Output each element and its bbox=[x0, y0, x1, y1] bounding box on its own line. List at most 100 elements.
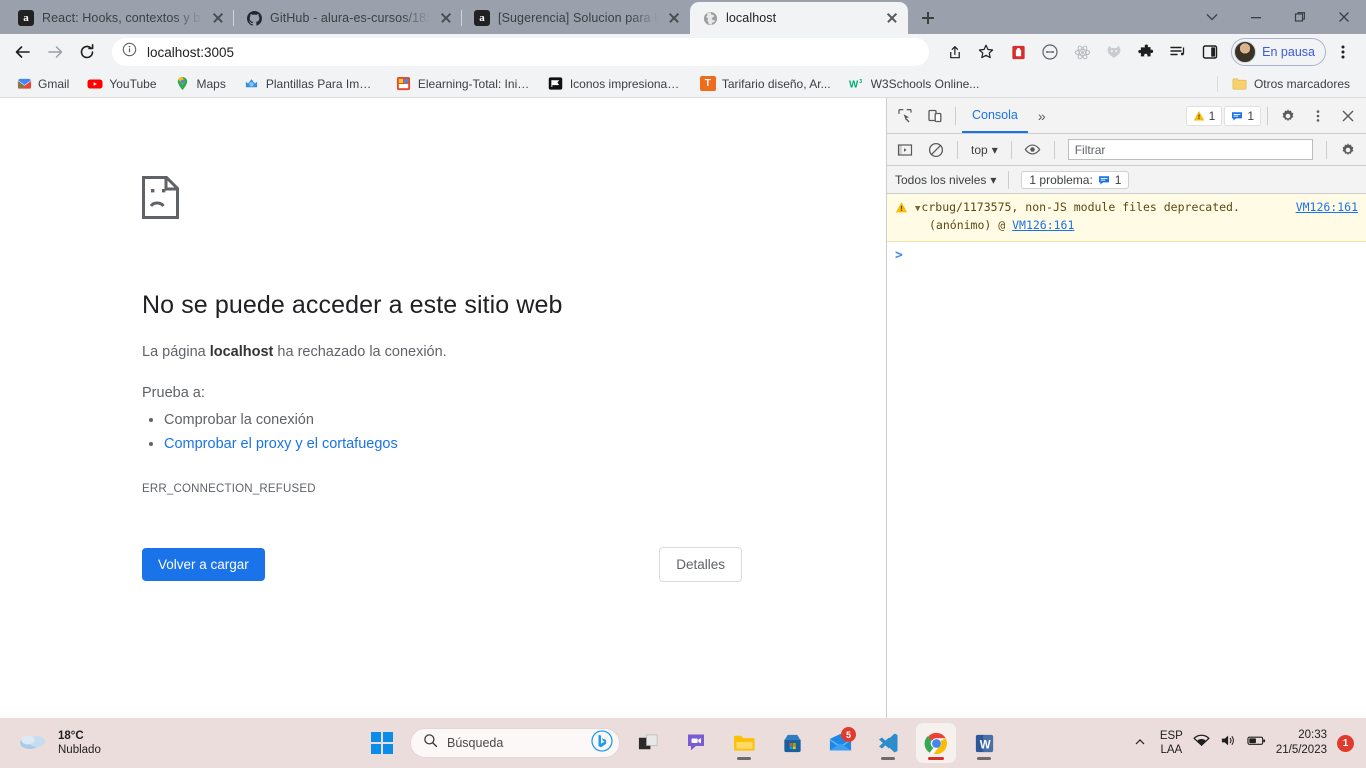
clock-circle-icon[interactable] bbox=[1035, 37, 1065, 67]
taskbar-app-mail[interactable]: 5 bbox=[820, 723, 860, 763]
puzzle-icon[interactable] bbox=[1131, 37, 1161, 67]
taskbar-app-chat-teams[interactable] bbox=[676, 723, 716, 763]
windows-start-icon bbox=[371, 732, 393, 754]
browser-tab[interactable]: a React: Hooks, contextos y buenas bbox=[6, 2, 234, 34]
details-button[interactable]: Detalles bbox=[659, 546, 742, 582]
close-window-button[interactable] bbox=[1322, 2, 1366, 32]
svg-text:W: W bbox=[849, 79, 859, 90]
device-toolbar-icon[interactable] bbox=[921, 102, 949, 130]
sad-page-icon bbox=[142, 176, 179, 219]
console-output: ▼crbug/1173575, non-JS module files depr… bbox=[887, 194, 1366, 718]
tab-search-chevron-icon[interactable] bbox=[1190, 2, 1234, 32]
gear-icon[interactable] bbox=[1334, 136, 1362, 164]
expand-arrow-icon[interactable]: ▼ bbox=[915, 204, 920, 214]
chevron-down-icon: ▾ bbox=[990, 172, 997, 187]
three-dot-menu-icon[interactable] bbox=[1304, 102, 1332, 130]
bookmark-item[interactable]: Gmail bbox=[8, 73, 77, 95]
tab-consola[interactable]: Consola bbox=[962, 98, 1028, 133]
inspect-cursor-icon[interactable] bbox=[891, 102, 919, 130]
taskbar-app-file-explorer[interactable] bbox=[724, 723, 764, 763]
search-placeholder: Búsqueda bbox=[447, 736, 504, 750]
close-icon[interactable] bbox=[1334, 102, 1362, 130]
console-message-text: ▼crbug/1173575, non-JS module files depr… bbox=[915, 199, 1288, 217]
new-tab-button[interactable] bbox=[914, 4, 942, 32]
close-tab-icon[interactable] bbox=[666, 10, 682, 26]
error-actions: Volver a cargar Detalles bbox=[142, 546, 742, 582]
taskbar-app-google-chrome[interactable] bbox=[916, 723, 956, 763]
divider bbox=[957, 140, 958, 159]
live-expression-eye-icon[interactable] bbox=[1019, 136, 1047, 164]
console-message-source-link[interactable]: VM126:161 bbox=[1296, 199, 1358, 217]
profile-chip[interactable]: En pausa bbox=[1231, 38, 1326, 66]
tab-title: [Sugerencia] Solucion para lanzar bbox=[498, 11, 658, 25]
stack-source-link[interactable]: VM126:161 bbox=[1012, 218, 1074, 232]
bing-chat-icon[interactable] bbox=[591, 729, 613, 757]
bookmark-item[interactable]: Maps bbox=[167, 73, 234, 95]
close-tab-icon[interactable] bbox=[884, 10, 900, 26]
suggestion-link[interactable]: Comprobar el proxy y el cortafuegos bbox=[164, 436, 398, 452]
other-bookmarks-area: Otros marcadores bbox=[1211, 73, 1358, 95]
maximize-window-button[interactable] bbox=[1278, 2, 1322, 32]
side-panel-icon[interactable] bbox=[1195, 37, 1225, 67]
bookmark-item[interactable]: T Tarifario diseño, Ar... bbox=[692, 73, 839, 94]
info-circle-icon[interactable] bbox=[122, 42, 137, 62]
close-tab-icon[interactable] bbox=[210, 10, 226, 26]
bookmark-label: W3Schools Online... bbox=[870, 76, 980, 91]
bookmark-item[interactable]: Elearning-Total: Inic... bbox=[388, 73, 538, 95]
three-dot-menu-icon[interactable] bbox=[1328, 37, 1358, 67]
bookmark-item[interactable]: W3 W3Schools Online... bbox=[841, 73, 988, 95]
console-prompt[interactable]: > bbox=[887, 242, 1366, 269]
issues-count: 1 bbox=[1114, 172, 1122, 187]
browser-tab[interactable]: GitHub - alura-es-cursos/1857-R bbox=[234, 2, 462, 34]
running-indicator bbox=[928, 757, 944, 760]
taskbar-app-vs-code[interactable] bbox=[868, 723, 908, 763]
star-icon[interactable] bbox=[971, 37, 1001, 67]
devtools-panel: Consola » 1 1 top ▾ Filtrar Todos los ni… bbox=[886, 98, 1366, 718]
start-button[interactable] bbox=[362, 723, 402, 763]
suggestion-text: Comprobar la conexión bbox=[164, 412, 314, 429]
taskbar-app-microsoft-word[interactable]: W bbox=[964, 723, 1004, 763]
bookmark-item[interactable]: Iconos impresionan... bbox=[540, 73, 690, 95]
browser-tab-active[interactable]: localhost bbox=[690, 2, 908, 34]
console-context-selector[interactable]: top ▾ bbox=[965, 141, 1004, 159]
taskbar-app-task-view[interactable] bbox=[628, 723, 668, 763]
browser-tab[interactable]: a [Sugerencia] Solucion para lanzar bbox=[462, 2, 690, 34]
clear-console-icon[interactable] bbox=[922, 136, 950, 164]
playlist-icon[interactable] bbox=[1163, 37, 1193, 67]
bookmark-label: Gmail bbox=[38, 76, 70, 91]
console-filter-input[interactable] bbox=[1067, 139, 1313, 160]
taskbar-app-microsoft-store[interactable] bbox=[772, 723, 812, 763]
console-sidebar-icon[interactable] bbox=[891, 136, 919, 164]
bookmark-item[interactable]: Plantillas Para Impri... bbox=[236, 73, 386, 95]
lastpass-icon[interactable] bbox=[1003, 37, 1033, 67]
gear-icon[interactable] bbox=[1274, 102, 1302, 130]
back-arrow-icon[interactable] bbox=[8, 37, 38, 67]
share-icon[interactable] bbox=[939, 37, 969, 67]
reload-button[interactable]: Volver a cargar bbox=[142, 547, 265, 581]
chevron-double-right-icon[interactable]: » bbox=[1030, 108, 1054, 124]
console-message-warning[interactable]: ▼crbug/1173575, non-JS module files depr… bbox=[887, 194, 1366, 242]
svg-text:W: W bbox=[979, 739, 990, 751]
list-item: Comprobar la conexión bbox=[164, 409, 620, 433]
reload-icon[interactable] bbox=[72, 37, 102, 67]
bookmark-folder-other[interactable]: Otros marcadores bbox=[1224, 73, 1358, 95]
chrome-browser-window: a React: Hooks, contextos y buenas GitHu… bbox=[0, 0, 1366, 718]
tab-strip: a React: Hooks, contextos y buenas GitHu… bbox=[0, 0, 1366, 34]
maps-pin-icon bbox=[175, 76, 191, 92]
close-tab-icon[interactable] bbox=[438, 10, 454, 26]
address-bar[interactable]: localhost:3005 bbox=[112, 38, 930, 66]
bookmark-item[interactable]: YouTube bbox=[79, 73, 164, 95]
bookmark-label: Iconos impresionan... bbox=[569, 76, 682, 91]
message-count-badge[interactable]: 1 bbox=[1224, 105, 1261, 126]
taskbar-search[interactable]: Búsqueda bbox=[410, 728, 620, 758]
alura-a-icon: a bbox=[18, 10, 34, 26]
issues-chip[interactable]: 1 problema: 1 bbox=[1021, 170, 1130, 189]
log-levels-selector[interactable]: Todos los niveles ▾ bbox=[895, 173, 996, 187]
wolf-icon[interactable] bbox=[1099, 37, 1129, 67]
stack-prefix: (anónimo) @ bbox=[929, 217, 1013, 232]
forward-arrow-icon[interactable] bbox=[40, 37, 70, 67]
react-devtools-icon[interactable] bbox=[1067, 37, 1097, 67]
minimize-window-button[interactable] bbox=[1234, 2, 1278, 32]
crown-icon bbox=[244, 76, 260, 92]
warning-count-badge[interactable]: 1 bbox=[1185, 105, 1223, 126]
